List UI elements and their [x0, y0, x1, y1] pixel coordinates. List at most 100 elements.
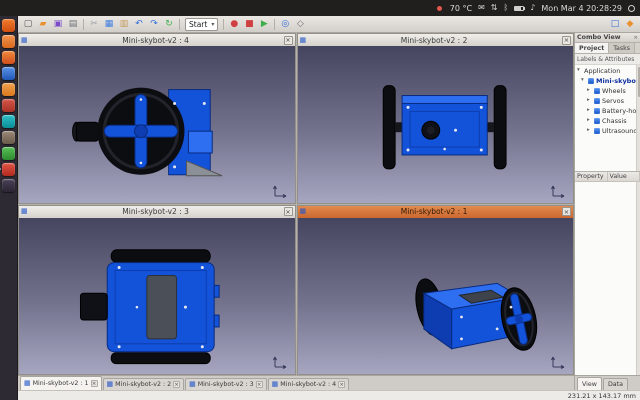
- window-close-icon[interactable]: ×: [284, 207, 293, 216]
- axis-indicator: [550, 183, 568, 199]
- expander-icon[interactable]: ▸: [587, 98, 592, 104]
- launcher-freecad[interactable]: [2, 163, 15, 176]
- fit-all-icon[interactable]: ◎: [278, 17, 292, 31]
- window-titlebar[interactable]: ▦ Mini-skybot-v2 : 4 ×: [19, 34, 295, 46]
- viewport-3d-front[interactable]: [298, 46, 574, 203]
- expander-icon[interactable]: ▸: [587, 128, 592, 134]
- robot-model-perspective-view: [298, 218, 574, 375]
- axonometric-view-icon[interactable]: ◆: [623, 17, 637, 31]
- macro-stop-icon[interactable]: ■: [242, 17, 256, 31]
- sound-icon[interactable]: ♪: [530, 4, 535, 12]
- tab-close-icon[interactable]: ×: [91, 380, 98, 387]
- launcher-firefox[interactable]: [2, 51, 15, 64]
- property-table-body[interactable]: [575, 182, 640, 375]
- tree-item-battery-holder[interactable]: ▸ Battery-holder: [575, 106, 640, 116]
- launcher-files[interactable]: [2, 35, 15, 48]
- save-icon[interactable]: ▣: [51, 17, 65, 31]
- session-power-icon[interactable]: [628, 5, 635, 12]
- temperature-indicator[interactable]: 70 °C: [450, 4, 472, 13]
- macro-run-icon[interactable]: ▶: [257, 17, 271, 31]
- tab-project[interactable]: Project: [575, 43, 609, 53]
- tab-close-icon[interactable]: ×: [256, 381, 263, 388]
- tab-tasks[interactable]: Tasks: [609, 43, 635, 53]
- window-titlebar[interactable]: ▦ Mini-skybot-v2 : 3 ×: [19, 206, 295, 218]
- launcher-gimp[interactable]: [2, 131, 15, 144]
- launcher-dash[interactable]: [2, 19, 15, 32]
- freecad-doc-icon: ▦: [189, 381, 196, 388]
- window-title: Mini-skybot-v2 : 2: [308, 36, 560, 45]
- messages-icon[interactable]: ✉: [478, 4, 485, 12]
- macro-record-icon[interactable]: ●: [227, 17, 241, 31]
- desktop: 70 °C ✉ ⇅ ᛒ ♪ Mon Mar 4 20:28:29 ▢: [0, 0, 640, 400]
- cut-icon[interactable]: ✂: [87, 17, 101, 31]
- expander-icon[interactable]: ▸: [587, 118, 592, 124]
- viewport-3d-top[interactable]: [19, 218, 295, 375]
- property-scrollbar[interactable]: [636, 182, 640, 375]
- window-title: Mini-skybot-v2 : 3: [30, 207, 282, 216]
- freecad-doc-icon: ▦: [300, 208, 307, 215]
- viewport-window-2: ▦ Mini-skybot-v2 : 2 ×: [297, 33, 575, 204]
- tree-item-chassis[interactable]: ▸ Chassis: [575, 116, 640, 126]
- redo-icon[interactable]: ↷: [147, 17, 161, 31]
- window-close-icon[interactable]: ×: [284, 36, 293, 45]
- print-icon[interactable]: ▤: [66, 17, 80, 31]
- front-view-icon[interactable]: □: [608, 17, 622, 31]
- tree-scrollbar[interactable]: [636, 65, 640, 171]
- panel-close-icon[interactable]: ×: [633, 35, 638, 41]
- open-file-icon[interactable]: ▰: [36, 17, 50, 31]
- new-file-icon[interactable]: ▢: [21, 17, 35, 31]
- launcher-libreoffice-writer[interactable]: [2, 67, 15, 80]
- undo-icon[interactable]: ↶: [132, 17, 146, 31]
- tab-close-icon[interactable]: ×: [173, 381, 180, 388]
- tree-item-ultrasound[interactable]: ▸ Ultrasound: [575, 126, 640, 136]
- window-titlebar[interactable]: ▦ Mini-skybot-v2 : 2 ×: [298, 34, 574, 46]
- battery-icon[interactable]: [514, 6, 524, 11]
- window-titlebar-active[interactable]: ▦ Mini-skybot-v2 : 1 ×: [298, 206, 574, 218]
- part-icon: [594, 108, 600, 114]
- expander-icon[interactable]: ▸: [587, 88, 592, 94]
- copy-icon[interactable]: ▦: [102, 17, 116, 31]
- window-close-icon[interactable]: ×: [562, 207, 571, 216]
- viewport-3d-side[interactable]: [19, 46, 295, 203]
- doc-tab-label: Mini-skybot-v2 : 3: [198, 381, 254, 388]
- refresh-icon[interactable]: ↻: [162, 17, 176, 31]
- tree-item-wheels[interactable]: ▸ Wheels: [575, 86, 640, 96]
- combo-view-header[interactable]: Combo View ×: [575, 33, 640, 43]
- cursor-coordinates: 231.21 x 143.17 mm: [568, 392, 636, 400]
- tree-item-servos[interactable]: ▸ Servos: [575, 96, 640, 106]
- doc-tab-label: Mini-skybot-v2 : 2: [115, 381, 171, 388]
- tree-item-label: Ultrasound: [602, 127, 638, 135]
- launcher-amazon[interactable]: [2, 99, 15, 112]
- doc-tab-1[interactable]: ▦ Mini-skybot-v2 : 1 ×: [20, 376, 102, 390]
- tab-data[interactable]: Data: [603, 378, 628, 390]
- value-column-header[interactable]: Value: [608, 172, 640, 181]
- bottom-bar: ▦ Mini-skybot-v2 : 1 × ▦ Mini-skybot-v2 …: [18, 375, 640, 390]
- doc-tab-4[interactable]: ▦ Mini-skybot-v2 : 4 ×: [268, 378, 350, 390]
- property-panel-tabs: View Data: [574, 376, 640, 390]
- tab-view[interactable]: View: [577, 377, 602, 390]
- viewport-3d-perspective[interactable]: [298, 218, 574, 375]
- draw-style-icon[interactable]: ◇: [293, 17, 307, 31]
- network-icon[interactable]: ⇅: [491, 4, 498, 12]
- property-column-header[interactable]: Property: [575, 172, 608, 181]
- clock[interactable]: Mon Mar 4 20:28:29: [541, 4, 622, 13]
- tree-column-header: Labels & Attributes: [575, 54, 640, 65]
- launcher-terminal[interactable]: [2, 179, 15, 192]
- doc-tab-3[interactable]: ▦ Mini-skybot-v2 : 3 ×: [185, 378, 267, 390]
- tree-item-document[interactable]: ▾ Mini-skybot-v2: [575, 76, 640, 86]
- expander-icon[interactable]: ▾: [577, 68, 582, 74]
- expander-icon[interactable]: ▸: [587, 108, 592, 114]
- paste-icon[interactable]: ▥: [117, 17, 131, 31]
- tree-item-application[interactable]: ▾ Application: [575, 66, 640, 76]
- workbench-selector[interactable]: Start ▾: [185, 18, 218, 31]
- freecad-doc-icon: ▦: [24, 380, 31, 387]
- freecad-doc-icon: ▦: [107, 381, 114, 388]
- window-close-icon[interactable]: ×: [562, 36, 571, 45]
- doc-tab-2[interactable]: ▦ Mini-skybot-v2 : 2 ×: [103, 378, 185, 390]
- expander-icon[interactable]: ▾: [581, 78, 586, 84]
- bluetooth-icon[interactable]: ᛒ: [503, 4, 508, 12]
- launcher-ubuntu-software[interactable]: [2, 83, 15, 96]
- launcher-update-manager[interactable]: [2, 147, 15, 160]
- tab-close-icon[interactable]: ×: [338, 381, 345, 388]
- launcher-arduino-ide[interactable]: [2, 115, 15, 128]
